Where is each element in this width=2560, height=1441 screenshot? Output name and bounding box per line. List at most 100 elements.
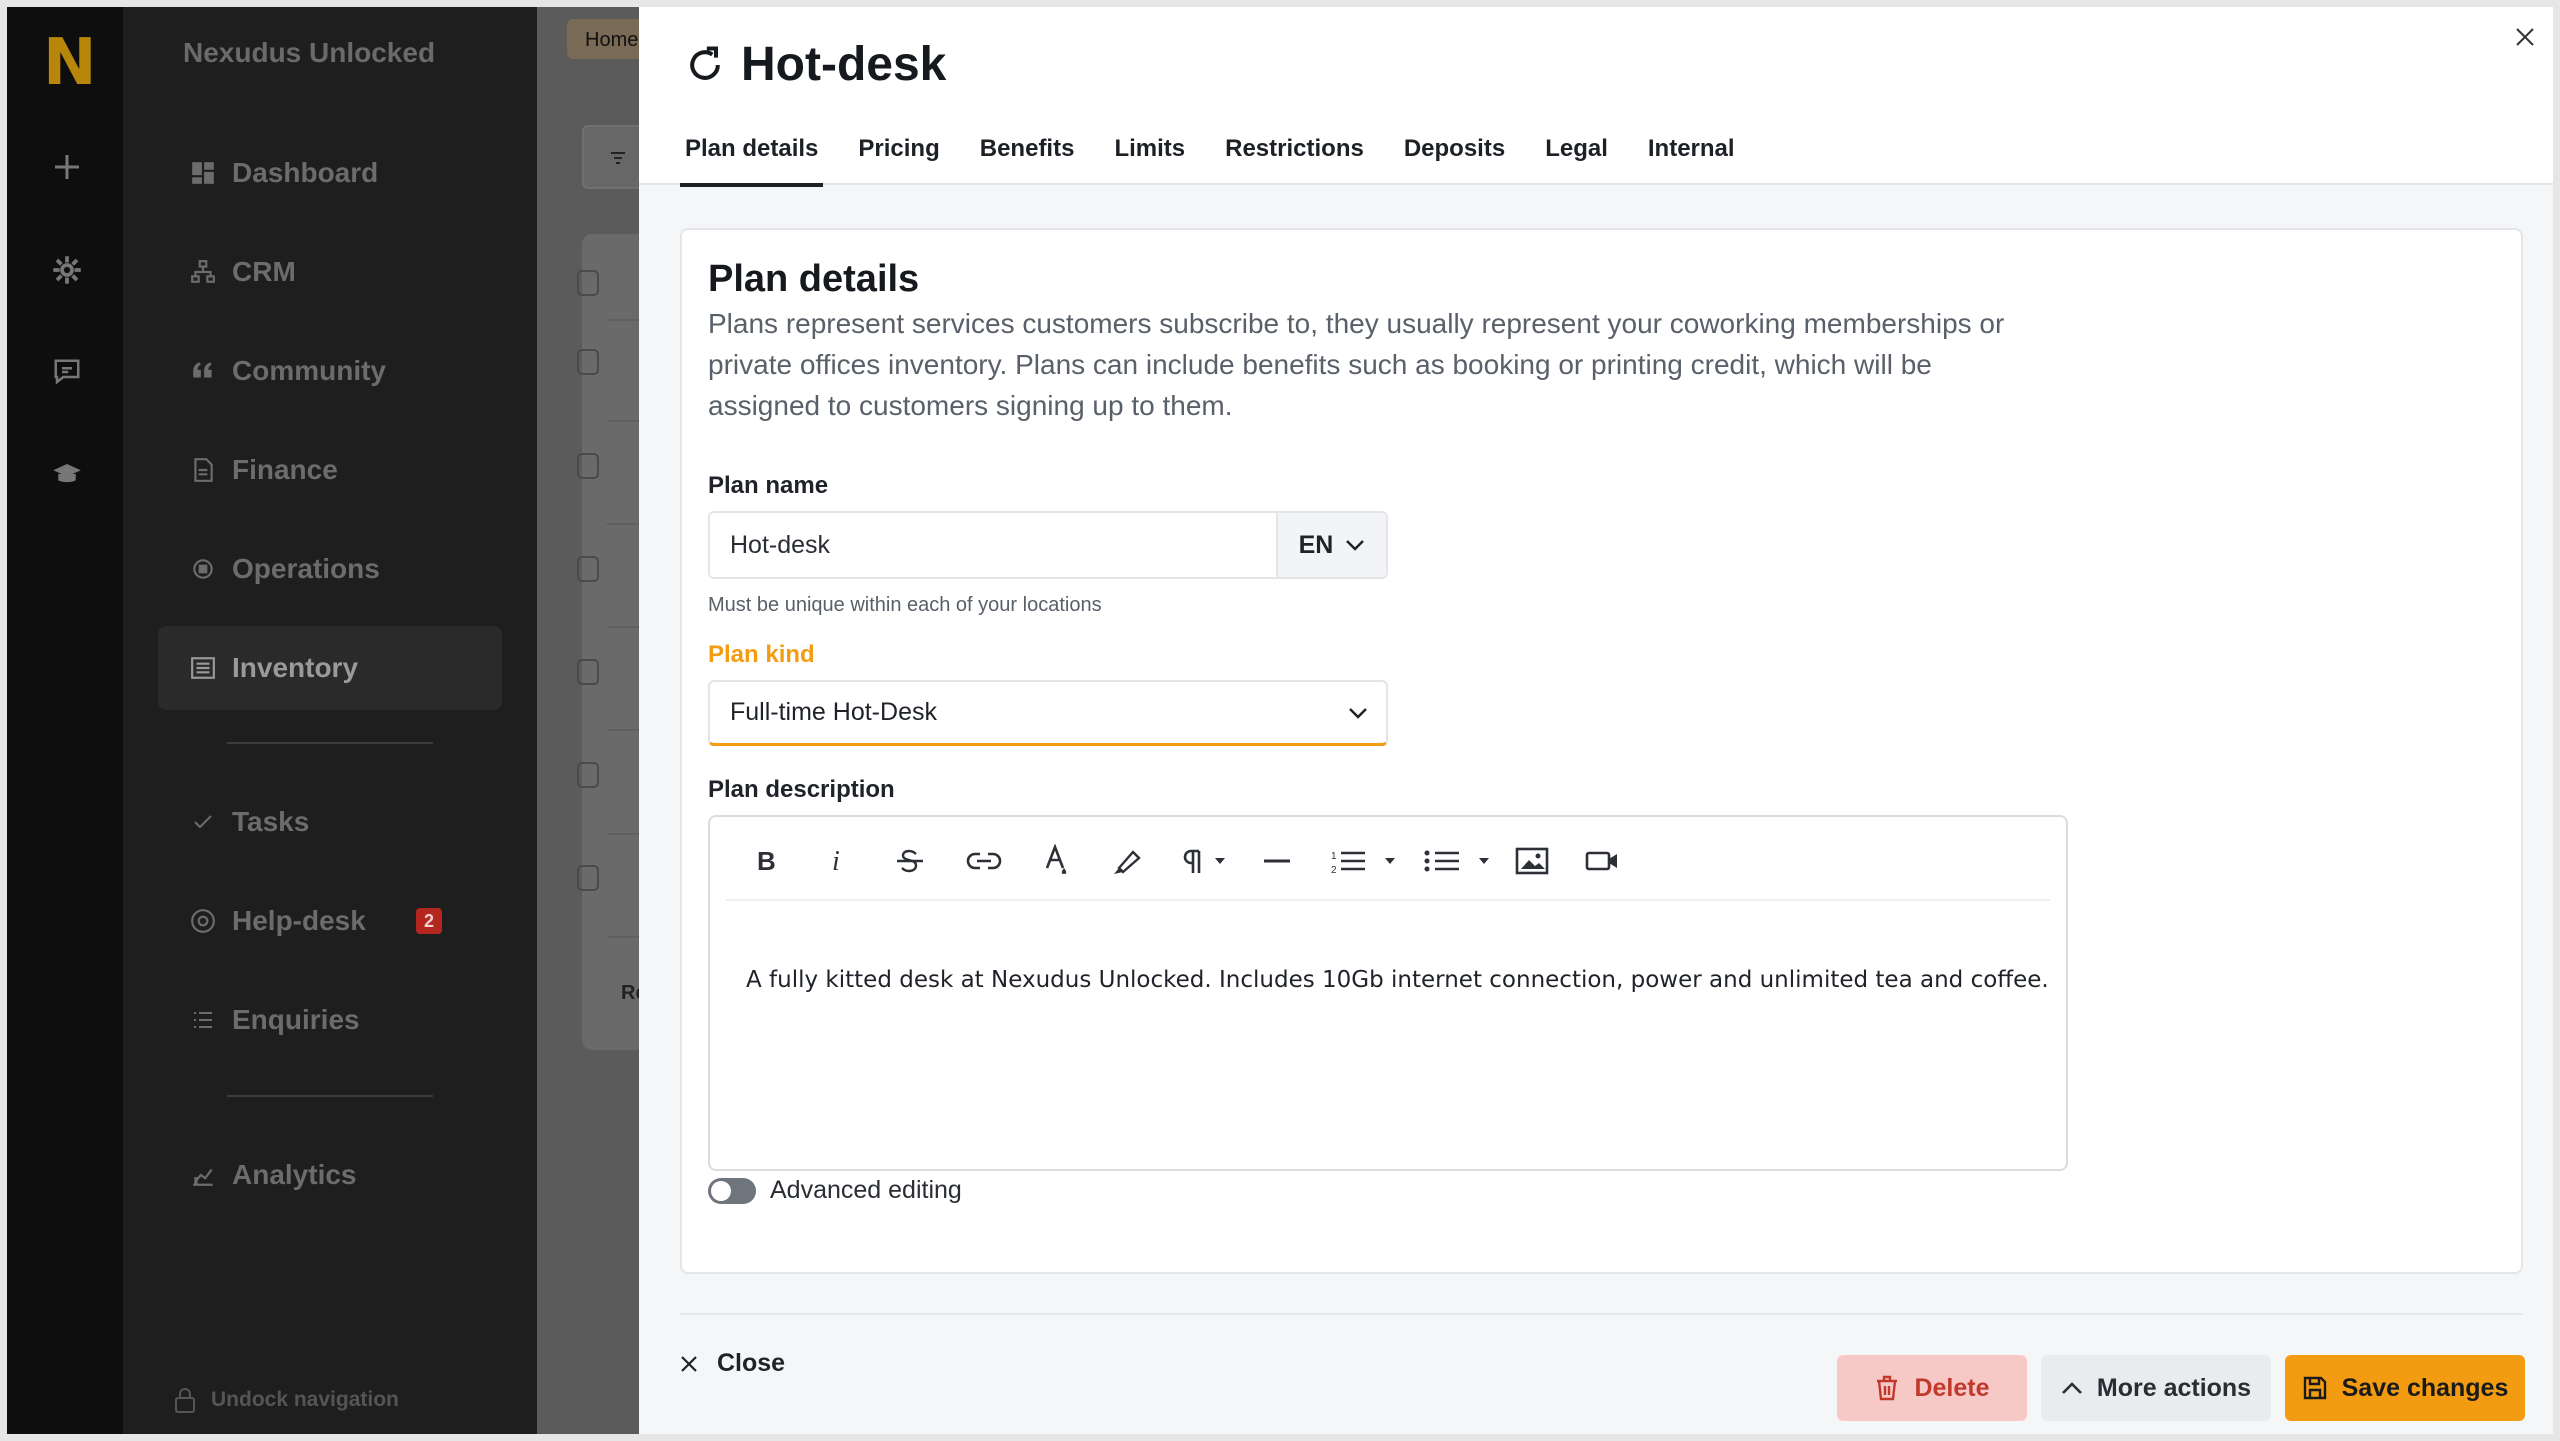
graduation-cap-icon[interactable] — [47, 454, 87, 494]
app-logo[interactable]: N — [43, 31, 97, 95]
bullet-list-icon[interactable] — [1422, 839, 1498, 883]
sidebar-item-label: CRM — [232, 256, 296, 287]
advanced-editing-toggle[interactable] — [708, 1177, 756, 1204]
bold-icon[interactable]: B — [750, 839, 782, 883]
sidebar-item-analytics[interactable]: Analytics — [158, 1133, 502, 1217]
crm-icon — [188, 257, 218, 287]
icon-rail: N — [7, 7, 123, 1434]
plan-kind-select[interactable]: Full-time Hot-Desk — [708, 680, 1388, 746]
sidebar-nav: Nexudus Unlocked Dashboard CRM Community… — [123, 7, 537, 1434]
sidebar-item-crm[interactable]: CRM — [158, 230, 502, 314]
tab-bar: Plan details Pricing Benefits Limits Res… — [680, 135, 1770, 187]
insert-video-icon[interactable] — [1582, 839, 1622, 883]
delete-button[interactable]: Delete — [1837, 1355, 2027, 1421]
row-checkbox — [577, 349, 599, 375]
tab-legal[interactable]: Legal — [1540, 135, 1613, 185]
tab-restrictions[interactable]: Restrictions — [1220, 135, 1369, 185]
tab-deposits[interactable]: Deposits — [1399, 135, 1510, 185]
gear-icon[interactable] — [47, 250, 87, 290]
trash-icon — [1877, 1375, 1898, 1401]
filter-bar — [582, 125, 639, 189]
feedback-icon[interactable] — [47, 352, 87, 392]
sidebar-item-inventory[interactable]: Inventory — [158, 626, 502, 710]
help-desk-count-badge: 2 — [416, 908, 442, 934]
paragraph-format-icon[interactable] — [1178, 839, 1230, 883]
inventory-icon — [188, 653, 218, 683]
ordered-list-icon[interactable]: 12 — [1328, 839, 1404, 883]
advanced-editing-label: Advanced editing — [770, 1176, 962, 1204]
plus-icon[interactable] — [47, 147, 87, 187]
tab-benefits[interactable]: Benefits — [975, 135, 1080, 185]
rich-text-editor: B i 12 A fully kitted desk at Nexudus Un… — [708, 815, 2068, 1171]
section-description: Plans represent services customers subsc… — [708, 308, 2005, 421]
chevron-up-icon — [2061, 1382, 2082, 1394]
row-divider — [607, 626, 639, 628]
sidebar-item-finance[interactable]: Finance — [158, 428, 502, 512]
tab-plan-details[interactable]: Plan details — [680, 135, 824, 187]
sidebar-item-label: Help-desk — [232, 905, 366, 936]
row-divider — [607, 319, 639, 321]
row-checkbox — [577, 762, 599, 788]
sidebar-item-label: Finance — [232, 454, 338, 485]
quote-icon — [188, 356, 218, 386]
more-actions-button[interactable]: More actions — [2041, 1355, 2271, 1421]
save-changes-button[interactable]: Save changes — [2285, 1355, 2525, 1421]
document-icon — [188, 455, 218, 485]
text-color-icon[interactable] — [1038, 839, 1074, 883]
sidebar-item-tasks[interactable]: Tasks — [158, 780, 502, 864]
brand-name: Nexudus Unlocked — [183, 37, 436, 68]
close-icon — [681, 1355, 697, 1372]
check-icon — [188, 807, 218, 837]
breadcrumb: Home — [567, 19, 639, 59]
undock-navigation-button[interactable]: Undock navigation — [173, 1386, 399, 1414]
editor-content[interactable]: A fully kitted desk at Nexudus Unlocked.… — [746, 967, 2049, 993]
tab-limits[interactable]: Limits — [1109, 135, 1190, 185]
row-divider — [607, 729, 639, 731]
chevron-down-icon — [1349, 707, 1367, 719]
sidebar-item-label: Operations — [232, 553, 380, 584]
highlighter-icon[interactable] — [1108, 839, 1146, 883]
chip-icon — [188, 554, 218, 584]
row-divider — [607, 936, 639, 938]
nav-divider — [227, 1095, 433, 1097]
svg-text:2: 2 — [1331, 865, 1337, 875]
save-icon — [2303, 1376, 2326, 1400]
horizontal-rule-icon[interactable] — [1260, 839, 1294, 883]
plan-edit-panel: Hot-desk Plan details Pricing Benefits L… — [639, 7, 2553, 1434]
italic-icon[interactable]: i — [822, 839, 854, 883]
plan-name-input[interactable] — [710, 513, 1276, 577]
sidebar-item-enquiries[interactable]: Enquiries — [158, 978, 502, 1062]
chevron-down-icon — [1346, 540, 1365, 551]
plan-details-card: Plan details Plans represent services cu… — [680, 228, 2523, 1274]
row-divider — [607, 420, 639, 422]
sidebar-item-help-desk[interactable]: Help-desk 2 — [158, 879, 502, 963]
chart-icon — [188, 1160, 218, 1190]
sidebar-item-label: Tasks — [232, 806, 310, 837]
panel-header: Hot-desk Plan details Pricing Benefits L… — [639, 7, 2553, 187]
panel-title: Hot-desk — [741, 38, 947, 91]
close-panel-button[interactable] — [2507, 19, 2543, 55]
section-title: Plan details — [708, 258, 920, 300]
lock-icon — [175, 1388, 195, 1413]
row-divider — [607, 523, 639, 525]
sidebar-item-label: Dashboard — [232, 157, 379, 188]
background-page-overlay: Home Re — [537, 7, 639, 1434]
insert-image-icon[interactable] — [1512, 839, 1552, 883]
plan-description-label: Plan description — [708, 776, 895, 803]
tab-pricing[interactable]: Pricing — [853, 135, 944, 185]
link-icon[interactable] — [964, 839, 1004, 883]
tab-internal[interactable]: Internal — [1643, 135, 1740, 185]
close-icon — [2516, 28, 2534, 46]
strikethrough-icon[interactable] — [892, 839, 928, 883]
sidebar-item-community[interactable]: Community — [158, 329, 502, 413]
plan-name-group: EN — [708, 511, 1388, 579]
sidebar-item-dashboard[interactable]: Dashboard — [158, 131, 502, 215]
close-label: Close — [717, 1349, 786, 1377]
refresh-icon — [690, 45, 720, 80]
row-checkbox — [577, 270, 599, 296]
sidebar-item-operations[interactable]: Operations — [158, 527, 502, 611]
close-button[interactable]: Close — [679, 1349, 785, 1378]
delete-label: Delete — [1914, 1373, 1990, 1402]
plan-name-helper: Must be unique within each of your locat… — [708, 594, 1102, 616]
language-select[interactable]: EN — [1276, 513, 1386, 577]
